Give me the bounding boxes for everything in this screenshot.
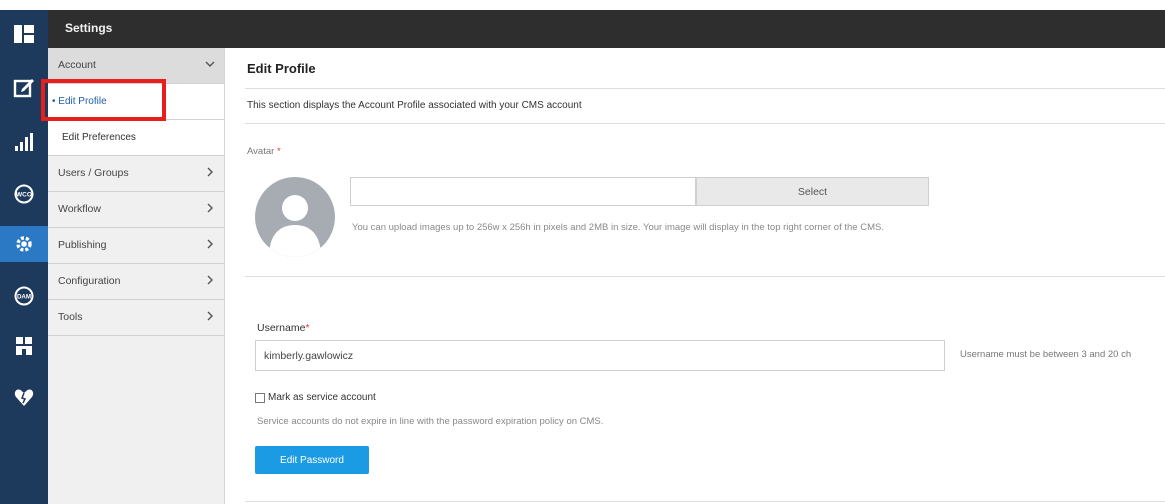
username-label-text: Username [257, 322, 306, 334]
header-title: Settings [65, 21, 113, 35]
heart-icon[interactable] [0, 380, 48, 416]
sidebar-item-label: Users / Groups [58, 167, 129, 179]
divider [245, 276, 1165, 277]
chevron-right-icon [207, 311, 213, 321]
required-mark: * [276, 146, 281, 157]
top-strip [48, 0, 1165, 10]
settings-icon[interactable] [0, 226, 48, 262]
chevron-right-icon [207, 239, 213, 249]
sidebar-item-tools[interactable]: Tools [48, 300, 224, 336]
service-account-checkbox[interactable] [255, 392, 265, 403]
divider [245, 88, 1165, 89]
edit-password-button[interactable]: Edit Password [255, 446, 369, 474]
divider [245, 123, 1165, 124]
section-description: This section displays the Account Profil… [247, 100, 582, 111]
dam-icon[interactable]: DAM [0, 278, 48, 314]
dam-icon-text: DAM [17, 294, 31, 301]
select-button[interactable]: Select [696, 177, 929, 206]
wco-icon-text: WCO [16, 192, 32, 199]
highlight-annotation-box [41, 79, 166, 121]
settings-header: Settings [48, 10, 1165, 48]
username-hint: Username must be between 3 and 20 ch [960, 349, 1132, 360]
service-account-row[interactable]: Mark as service account [255, 392, 376, 403]
page-title: Edit Profile [247, 61, 316, 76]
sidebar-item-label: Configuration [58, 275, 121, 287]
sidebar-item-publishing[interactable]: Publishing [48, 228, 224, 264]
dashboard-icon[interactable] [0, 16, 48, 52]
chevron-right-icon [207, 203, 213, 213]
avatar [255, 177, 335, 257]
app-rail: WCO DAM [0, 0, 48, 504]
username-field[interactable] [255, 340, 945, 371]
avatar-file-input[interactable] [350, 177, 696, 206]
sidebar-item-label: Workflow [58, 203, 101, 215]
sidebar-item-configuration[interactable]: Configuration [48, 264, 224, 300]
sidebar-item-users-groups[interactable]: Users / Groups [48, 156, 224, 192]
service-account-label: Mark as service account [268, 392, 376, 403]
sidebar-item-label: Edit Preferences [62, 132, 136, 143]
chevron-down-icon [205, 61, 215, 67]
required-mark: * [305, 322, 310, 334]
sidebar-item-label: Publishing [58, 239, 107, 251]
upload-help-text: You can upload images up to 256w x 256h … [352, 222, 884, 233]
avatar-label-text: Avatar [247, 146, 275, 157]
divider [245, 501, 1165, 502]
sidebar-item-label: Account [58, 59, 96, 71]
analytics-icon[interactable] [0, 124, 48, 160]
chevron-right-icon [207, 167, 213, 177]
wco-icon[interactable]: WCO [0, 176, 48, 212]
main-content: Edit Profile This section displays the A… [225, 48, 1165, 504]
avatar-label: Avatar * [247, 146, 281, 157]
rail-top-strip [0, 0, 48, 10]
chevron-right-icon [207, 275, 213, 285]
store-icon[interactable] [0, 328, 48, 364]
sidebar-item-label: Tools [58, 311, 83, 323]
username-label: Username* [257, 322, 310, 334]
sidebar-item-edit-preferences[interactable]: Edit Preferences [48, 120, 224, 156]
user-placeholder-icon [269, 195, 321, 257]
sidebar-item-workflow[interactable]: Workflow [48, 192, 224, 228]
service-account-help: Service accounts do not expire in line w… [257, 416, 604, 427]
